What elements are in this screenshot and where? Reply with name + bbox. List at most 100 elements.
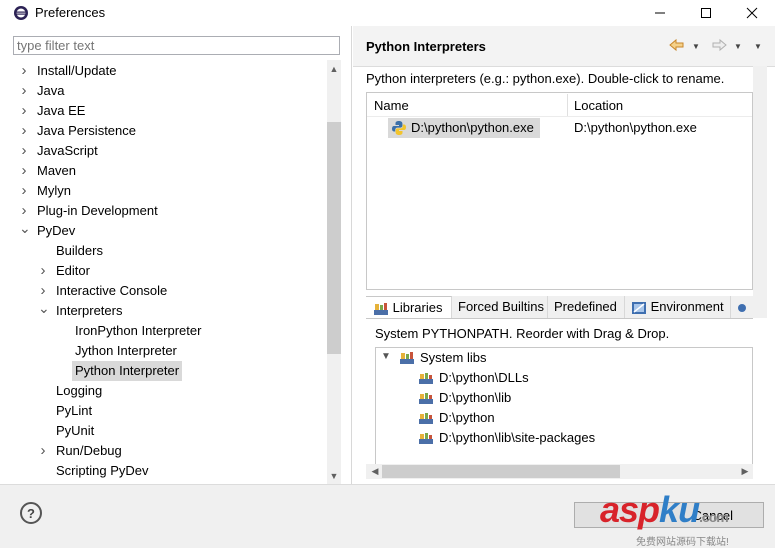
system-libs-expander-icon[interactable]: ▼ [381,351,391,362]
close-button[interactable] [729,0,775,26]
back-dropdown-icon[interactable]: ▼ [692,42,700,51]
python-icon [392,121,406,135]
library-path-item[interactable]: D:\python [439,408,495,428]
tab-forced-builtins-label: Forced Builtins [458,299,544,314]
tree-item[interactable]: › Install/Update [6,61,326,81]
tree-item-label: Jython Interpreter [75,343,177,358]
right-pane-scrollbar[interactable] [753,66,767,318]
tab-forced-builtins[interactable]: Forced Builtins [452,296,548,318]
scroll-up-arrow-icon[interactable]: ▲ [327,64,341,74]
tree-item[interactable]: › Java EE [6,101,326,121]
tree-item-label: Java EE [37,103,86,118]
chevron-right-icon[interactable]: › [19,121,29,141]
tree-item-label: Maven [37,163,77,178]
tree-item[interactable]: Python Interpreter [6,361,326,381]
more-tabs-icon [738,303,746,312]
tab-overflow[interactable] [731,296,753,318]
interpreter-tabs: Libraries Forced Builtins Predefined Env… [366,296,753,318]
library-path-item[interactable]: D:\python\lib [439,388,511,408]
scroll-down-arrow-icon[interactable]: ▼ [327,471,341,481]
back-arrow-icon[interactable] [668,37,686,53]
tree-item[interactable]: › Maven [6,161,326,181]
tab-libraries[interactable]: Libraries [366,296,452,318]
forward-dropdown-icon[interactable]: ▼ [734,42,742,51]
watermark-logo: aspku.com 免费网站源码下载站! [600,489,775,549]
tree-item-label: Java [37,83,65,98]
watermark-subtitle: 免费网站源码下载站! [636,537,729,548]
tree-item-label: Python Interpreter [72,361,183,381]
tab-predefined-label: Predefined [554,299,617,314]
chevron-right-icon[interactable]: › [38,261,48,281]
tree-item[interactable]: › Interactive Console [6,281,326,301]
column-header-location[interactable]: Location [574,98,623,113]
help-button[interactable]: ? [20,502,42,524]
chevron-right-icon[interactable]: › [19,61,29,81]
watermark-suffix: .com [699,509,729,525]
chevron-right-icon[interactable]: › [19,141,29,161]
window-title: Preferences [35,5,106,20]
interpreter-location-cell[interactable]: D:\python\python.exe [574,120,697,135]
tree-item[interactable]: › Mylyn [6,181,326,201]
pane-divider[interactable] [351,26,352,484]
libraries-icon [400,352,414,364]
horizontal-scrollbar-thumb[interactable] [382,465,620,478]
tree-item[interactable]: ⌄ PyDev [6,221,326,241]
tree-scrollbar-thumb[interactable] [327,122,341,354]
eclipse-icon [14,6,28,20]
tree-item[interactable]: › Run/Debug [6,441,326,461]
chevron-right-icon[interactable]: › [38,441,48,461]
chevron-right-icon[interactable]: › [19,161,29,181]
tab-environment[interactable]: Environment [625,296,731,318]
interpreters-description: Python interpreters (e.g.: python.exe). … [366,71,725,86]
library-path-item[interactable]: D:\python\lib\site-packages [439,428,595,448]
chevron-right-icon[interactable]: › [38,281,48,301]
interpreter-name-cell[interactable]: D:\python\python.exe [411,120,534,135]
tree-item[interactable]: PyUnit [6,421,326,441]
watermark-main: asp [600,489,660,530]
tree-item[interactable]: › JavaScript [6,141,326,161]
tree-item[interactable]: › Plug-in Development [6,201,326,221]
chevron-right-icon[interactable]: › [19,201,29,221]
tree-item-label: Scripting PyDev [56,463,149,478]
scroll-left-arrow-icon[interactable]: ◀ [368,466,382,477]
chevron-right-icon[interactable]: › [19,101,29,121]
tree-item-label: Logging [56,383,103,398]
forward-arrow-icon[interactable] [710,37,728,53]
tree-item-label: JavaScript [37,143,98,158]
library-path-item[interactable]: D:\python\DLLs [439,368,529,388]
column-separator[interactable] [567,94,568,116]
tab-environment-label: Environment [650,299,724,314]
tree-item[interactable]: IronPython Interpreter [6,321,326,341]
filter-input[interactable] [13,36,340,55]
column-header-name[interactable]: Name [374,98,409,113]
tree-item-label: Interpreters [56,303,123,318]
folder-library-icon [419,413,433,424]
view-menu-icon[interactable]: ▼ [754,42,762,51]
minimize-button[interactable] [637,0,683,26]
chevron-right-icon[interactable]: › [19,181,29,201]
tree-item-label: Java Persistence [37,123,136,138]
chevron-down-icon[interactable]: ⌄ [19,221,31,241]
preferences-tree: › Install/Update › Java › Java EE › Java Persis… [6,60,326,484]
tree-item[interactable]: › Java [6,81,326,101]
maximize-button[interactable] [683,0,729,26]
chevron-right-icon[interactable]: › [19,81,29,101]
tree-item[interactable]: Jython Interpreter [6,341,326,361]
tree-item[interactable]: › Editor [6,261,326,281]
chevron-down-icon[interactable]: ⌄ [38,301,50,321]
tree-item-label: PyDev [37,223,76,238]
tree-item[interactable]: › Java Persistence [6,121,326,141]
folder-library-icon [419,433,433,444]
tree-item[interactable]: PyLint [6,401,326,421]
tree-item[interactable]: Scripting PyDev [6,461,326,481]
tree-item-label: Builders [56,243,103,258]
folder-library-icon [419,373,433,384]
tabs-divider [366,318,753,319]
scroll-right-arrow-icon[interactable]: ▶ [738,466,752,477]
tree-item-label: Editor [56,263,90,278]
tab-predefined[interactable]: Predefined [548,296,625,318]
tree-item[interactable]: Logging [6,381,326,401]
tree-item[interactable]: ⌄ Interpreters [6,301,326,321]
tree-item[interactable]: Builders [6,241,326,261]
system-libs-group[interactable]: System libs [420,348,486,368]
